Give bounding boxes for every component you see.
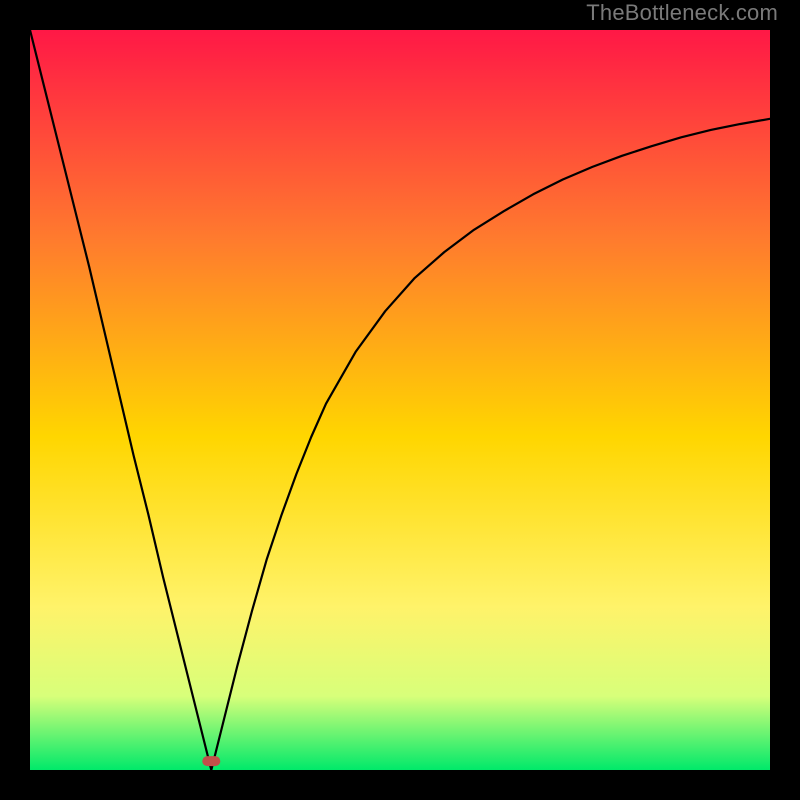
gradient-background [30, 30, 770, 770]
minimum-marker [202, 756, 220, 766]
plot-area [30, 30, 770, 770]
chart-frame: TheBottleneck.com [0, 0, 800, 800]
bottleneck-chart [30, 30, 770, 770]
watermark-text: TheBottleneck.com [586, 0, 778, 26]
